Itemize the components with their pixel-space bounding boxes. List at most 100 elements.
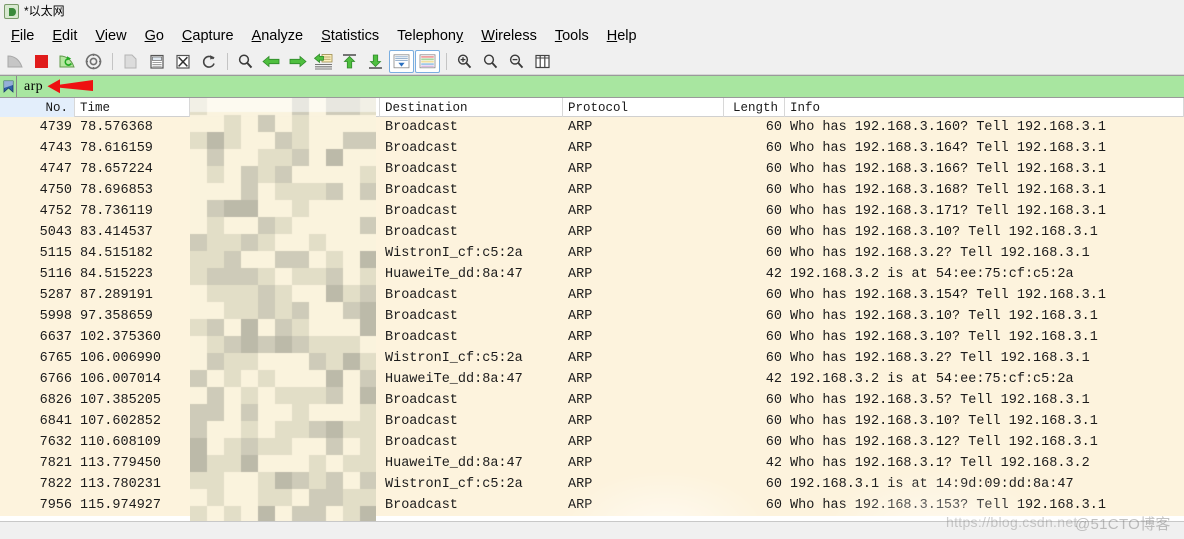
go-back-icon[interactable]	[259, 50, 284, 73]
cell-no: 5043	[39, 225, 72, 240]
column-header-length[interactable]: Length	[724, 98, 785, 117]
capture-options-icon[interactable]	[81, 50, 106, 73]
table-row[interactable]: 7821 113.779450 HuaweiTe_dd:8a:47 ARP 42 Who …	[0, 453, 1184, 474]
display-filter-input[interactable]: arp	[17, 79, 43, 95]
close-file-icon[interactable]	[170, 50, 195, 73]
table-row[interactable]: 7632 110.608109 Broadcast ARP 60 Who has 192.…	[0, 432, 1184, 453]
filter-bookmark-icon[interactable]	[0, 76, 17, 97]
table-row[interactable]: 5115 84.515182 WistronI_cf:c5:2a ARP 60 Who h…	[0, 243, 1184, 264]
auto-scroll-icon[interactable]	[389, 49, 414, 73]
column-header-source[interactable]	[190, 98, 380, 117]
toolbar-separator	[112, 52, 113, 70]
cell-source	[190, 264, 380, 285]
cell-info: Who has 192.168.3.2? Tell 192.168.3.1	[790, 351, 1090, 366]
reload-file-icon[interactable]	[196, 50, 221, 73]
column-header-protocol[interactable]: Protocol	[563, 98, 724, 117]
table-row[interactable]: 6841 107.602852 Broadcast ARP 60 Who has 192.…	[0, 411, 1184, 432]
zoom-in-icon[interactable]	[452, 50, 477, 73]
find-packet-icon[interactable]	[233, 50, 258, 73]
cell-info: Who has 192.168.3.2? Tell 192.168.3.1	[790, 246, 1090, 261]
menu-capture[interactable]: Capture	[173, 25, 243, 47]
column-header-info[interactable]: Info	[785, 98, 1184, 117]
table-row[interactable]: 6766 106.007014 HuaweiTe_dd:8a:47 ARP 42 192.…	[0, 369, 1184, 390]
table-row[interactable]: 5116 84.515223 HuaweiTe_dd:8a:47 ARP 42 192.1…	[0, 264, 1184, 285]
packet-list-body[interactable]: 4739 78.576368 Broadcast ARP 60 Who has 192.1…	[0, 117, 1184, 516]
display-filter-bar[interactable]: arp	[0, 75, 1184, 98]
go-to-last-icon[interactable]	[363, 50, 388, 73]
zoom-normal-icon[interactable]	[478, 50, 503, 73]
cell-source	[190, 327, 380, 348]
cell-no: 6766	[39, 372, 72, 387]
toolbar-separator	[227, 52, 228, 70]
cell-length: 60	[765, 393, 782, 408]
cell-info: Who has 192.168.3.160? Tell 192.168.3.1	[790, 120, 1106, 135]
table-row[interactable]: 4752 78.736119 Broadcast ARP 60 Who has 192.1…	[0, 201, 1184, 222]
zoom-out-icon[interactable]	[504, 50, 529, 73]
column-header-no[interactable]: No.	[0, 98, 75, 117]
column-header-time[interactable]: Time	[75, 98, 190, 117]
cell-source	[190, 495, 380, 516]
cell-length: 60	[765, 120, 782, 135]
menu-analyze[interactable]: Analyze	[243, 25, 313, 47]
table-row[interactable]: 7822 113.780231 WistronI_cf:c5:2a ARP 60 192.…	[0, 474, 1184, 495]
menu-tools[interactable]: Tools	[546, 25, 598, 47]
cell-length: 60	[765, 204, 782, 219]
menu-go[interactable]: Go	[136, 25, 173, 47]
menu-help[interactable]: Help	[598, 25, 646, 47]
save-file-icon[interactable]	[144, 50, 169, 73]
cell-time: 106.007014	[80, 372, 162, 387]
cell-protocol: ARP	[568, 204, 593, 219]
cell-info: Who has 192.168.3.12? Tell 192.168.3.1	[790, 435, 1098, 450]
go-to-packet-icon[interactable]	[311, 50, 336, 73]
cell-destination: Broadcast	[385, 393, 458, 408]
table-row[interactable]: 4750 78.696853 Broadcast ARP 60 Who has 192.1…	[0, 180, 1184, 201]
table-row[interactable]: 6765 106.006990 WistronI_cf:c5:2a ARP 60 Who …	[0, 348, 1184, 369]
go-to-first-icon[interactable]	[337, 50, 362, 73]
start-capture-icon[interactable]	[3, 50, 28, 73]
open-file-icon[interactable]	[118, 50, 143, 73]
go-forward-icon[interactable]	[285, 50, 310, 73]
cell-no: 7632	[39, 435, 72, 450]
toolbar-separator	[446, 52, 447, 70]
colorize-icon[interactable]	[415, 49, 440, 73]
stop-capture-icon[interactable]	[29, 50, 54, 73]
menu-statistics[interactable]: Statistics	[312, 25, 388, 47]
table-row[interactable]: 6637 102.375360 Broadcast ARP 60 Who has 192.…	[0, 327, 1184, 348]
cell-destination: WistronI_cf:c5:2a	[385, 246, 523, 261]
cell-time: 97.358659	[80, 309, 153, 324]
cell-protocol: ARP	[568, 498, 593, 513]
restart-capture-icon[interactable]	[55, 50, 80, 73]
table-row[interactable]: 5287 87.289191 Broadcast ARP 60 Who has 192.1…	[0, 285, 1184, 306]
cell-destination: Broadcast	[385, 309, 458, 324]
cell-no: 4743	[39, 141, 72, 156]
table-row[interactable]: 5043 83.414537 Broadcast ARP 60 Who has 192.1…	[0, 222, 1184, 243]
table-row[interactable]: 4743 78.616159 Broadcast ARP 60 Who has 192.1…	[0, 138, 1184, 159]
cell-protocol: ARP	[568, 456, 593, 471]
table-row[interactable]: 6826 107.385205 Broadcast ARP 60 Who has 192.…	[0, 390, 1184, 411]
cell-info: Who has 192.168.3.10? Tell 192.168.3.1	[790, 330, 1098, 345]
table-row[interactable]: 5998 97.358659 Broadcast ARP 60 Who has 192.1…	[0, 306, 1184, 327]
table-row[interactable]: 4739 78.576368 Broadcast ARP 60 Who has 192.1…	[0, 117, 1184, 138]
table-row[interactable]: 4747 78.657224 Broadcast ARP 60 Who has 192.1…	[0, 159, 1184, 180]
menu-file[interactable]: File	[2, 25, 43, 47]
column-header-destination[interactable]: Destination	[380, 98, 563, 117]
cell-no: 5116	[39, 267, 72, 282]
table-row[interactable]: 7956 115.974927 Broadcast ARP 60 Who has 192.…	[0, 495, 1184, 516]
cell-destination: HuaweiTe_dd:8a:47	[385, 372, 523, 387]
menu-edit[interactable]: Edit	[43, 25, 86, 47]
cell-protocol: ARP	[568, 372, 593, 387]
packet-list[interactable]: No. Time Destination Protocol Length Inf…	[0, 98, 1184, 521]
cell-length: 60	[765, 246, 782, 261]
cell-protocol: ARP	[568, 246, 593, 261]
cell-time: 110.608109	[80, 435, 162, 450]
cell-protocol: ARP	[568, 183, 593, 198]
resize-columns-icon[interactable]	[530, 50, 555, 73]
menu-telephony[interactable]: Telephony	[388, 25, 472, 47]
packet-list-header: No. Time Destination Protocol Length Inf…	[0, 98, 1184, 117]
menu-view[interactable]: View	[86, 25, 135, 47]
main-toolbar	[0, 48, 1184, 75]
cell-info: Who has 192.168.3.1? Tell 192.168.3.2	[790, 456, 1090, 471]
cell-info: Who has 192.168.3.10? Tell 192.168.3.1	[790, 414, 1098, 429]
menu-wireless[interactable]: Wireless	[472, 25, 546, 47]
cell-length: 42	[765, 267, 782, 282]
